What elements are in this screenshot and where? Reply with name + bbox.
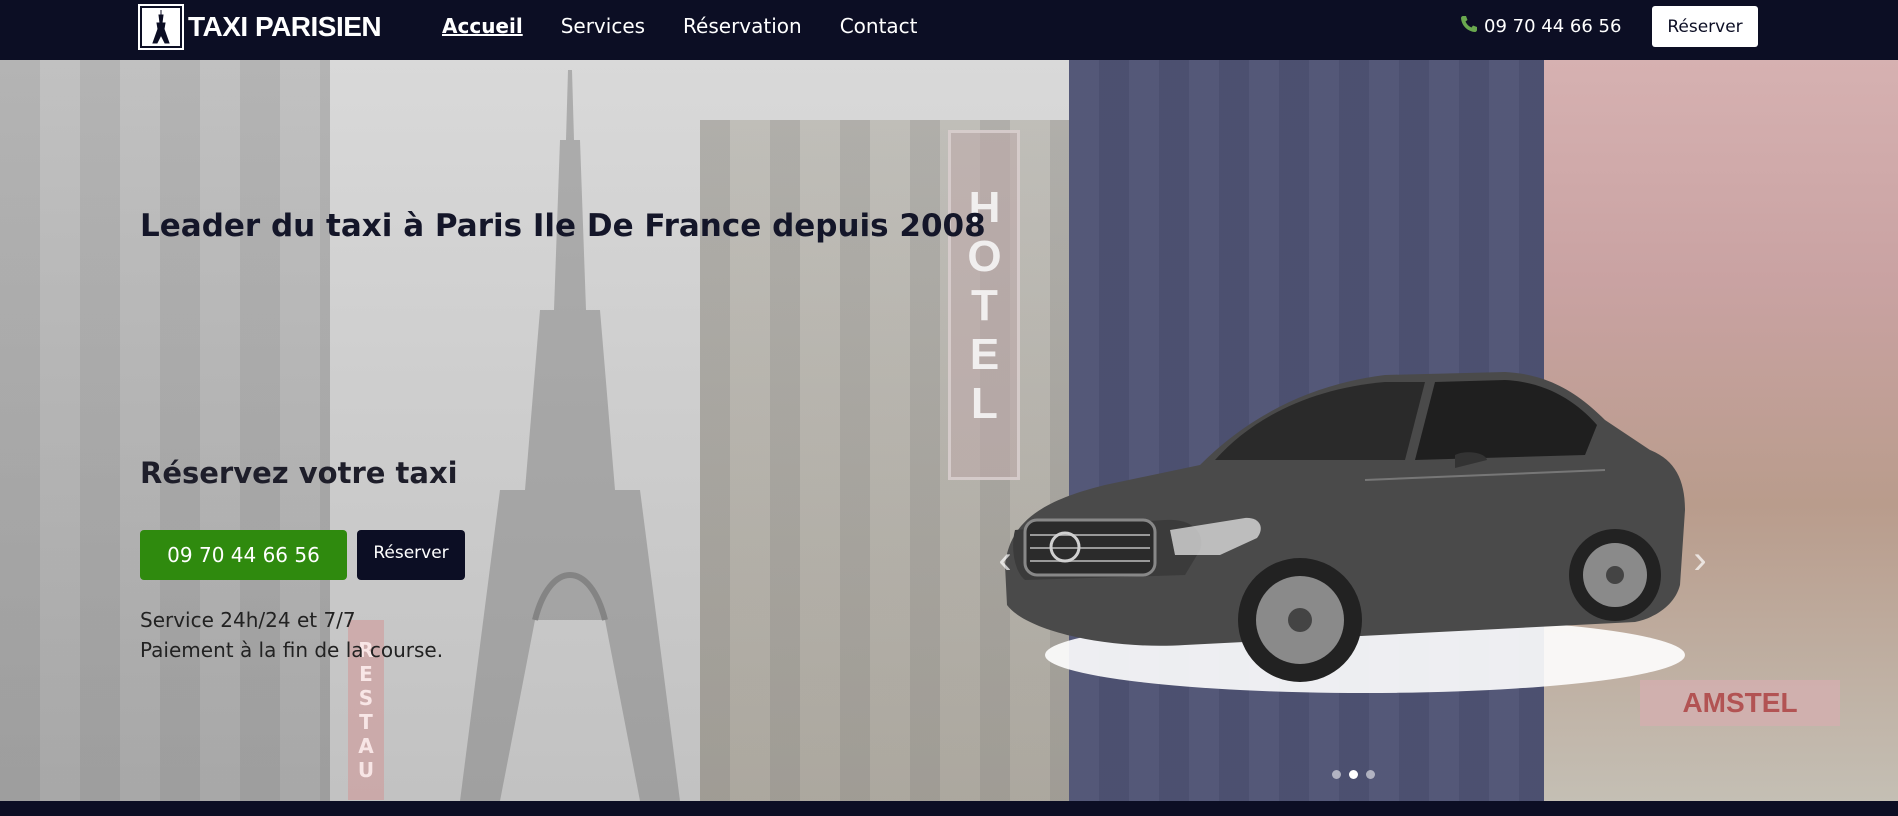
chevron-right-icon: › — [1693, 537, 1707, 582]
service-hours-text: Service 24h/24 et 7/7 — [140, 608, 356, 632]
nav-link-services[interactable]: Services — [561, 14, 645, 38]
phone-icon — [1460, 15, 1478, 38]
eiffel-tower-background — [460, 70, 680, 801]
reserve-button[interactable]: Réserver — [357, 530, 465, 580]
bottom-bar — [0, 801, 1898, 816]
hero-subtitle: Réservez votre taxi — [140, 456, 458, 490]
brand-name: TAXI PARISIEN — [188, 11, 382, 42]
brand-logo[interactable]: TAXI PARISIEN — [138, 4, 382, 50]
carousel-prev-button[interactable]: ‹ — [990, 530, 1020, 590]
carousel-dot-3[interactable] — [1366, 770, 1375, 779]
navbar: TAXI PARISIEN Accueil Services Réservati… — [0, 0, 1898, 60]
payment-info-text: Paiement à la fin de la course. — [140, 638, 444, 662]
car-image — [1005, 372, 1685, 693]
nav-link-accueil[interactable]: Accueil — [442, 14, 523, 38]
carousel-next-button[interactable]: › — [1685, 530, 1715, 590]
nav-link-reservation[interactable]: Réservation — [683, 14, 802, 38]
nav-link-contact[interactable]: Contact — [840, 14, 918, 38]
carousel-dot-2[interactable] — [1349, 770, 1358, 779]
hero-section: HOTEL RESTAU AMSTEL Leader du taxi à Par… — [0, 60, 1898, 801]
nav-phone[interactable]: 09 70 44 66 56 — [1460, 0, 1621, 52]
nav-reserve-button[interactable]: Réserver — [1652, 6, 1758, 47]
eiffel-tower-icon — [138, 4, 184, 50]
chevron-left-icon: ‹ — [998, 537, 1012, 582]
main-nav: Accueil Services Réservation Contact — [442, 0, 918, 52]
hero-title: Leader du taxi à Paris Ile De France dep… — [140, 208, 986, 244]
call-button[interactable]: 09 70 44 66 56 — [140, 530, 347, 580]
carousel-indicators — [1332, 770, 1375, 779]
nav-phone-number: 09 70 44 66 56 — [1484, 15, 1622, 37]
carousel-dot-1[interactable] — [1332, 770, 1341, 779]
background-buildings — [0, 60, 330, 801]
